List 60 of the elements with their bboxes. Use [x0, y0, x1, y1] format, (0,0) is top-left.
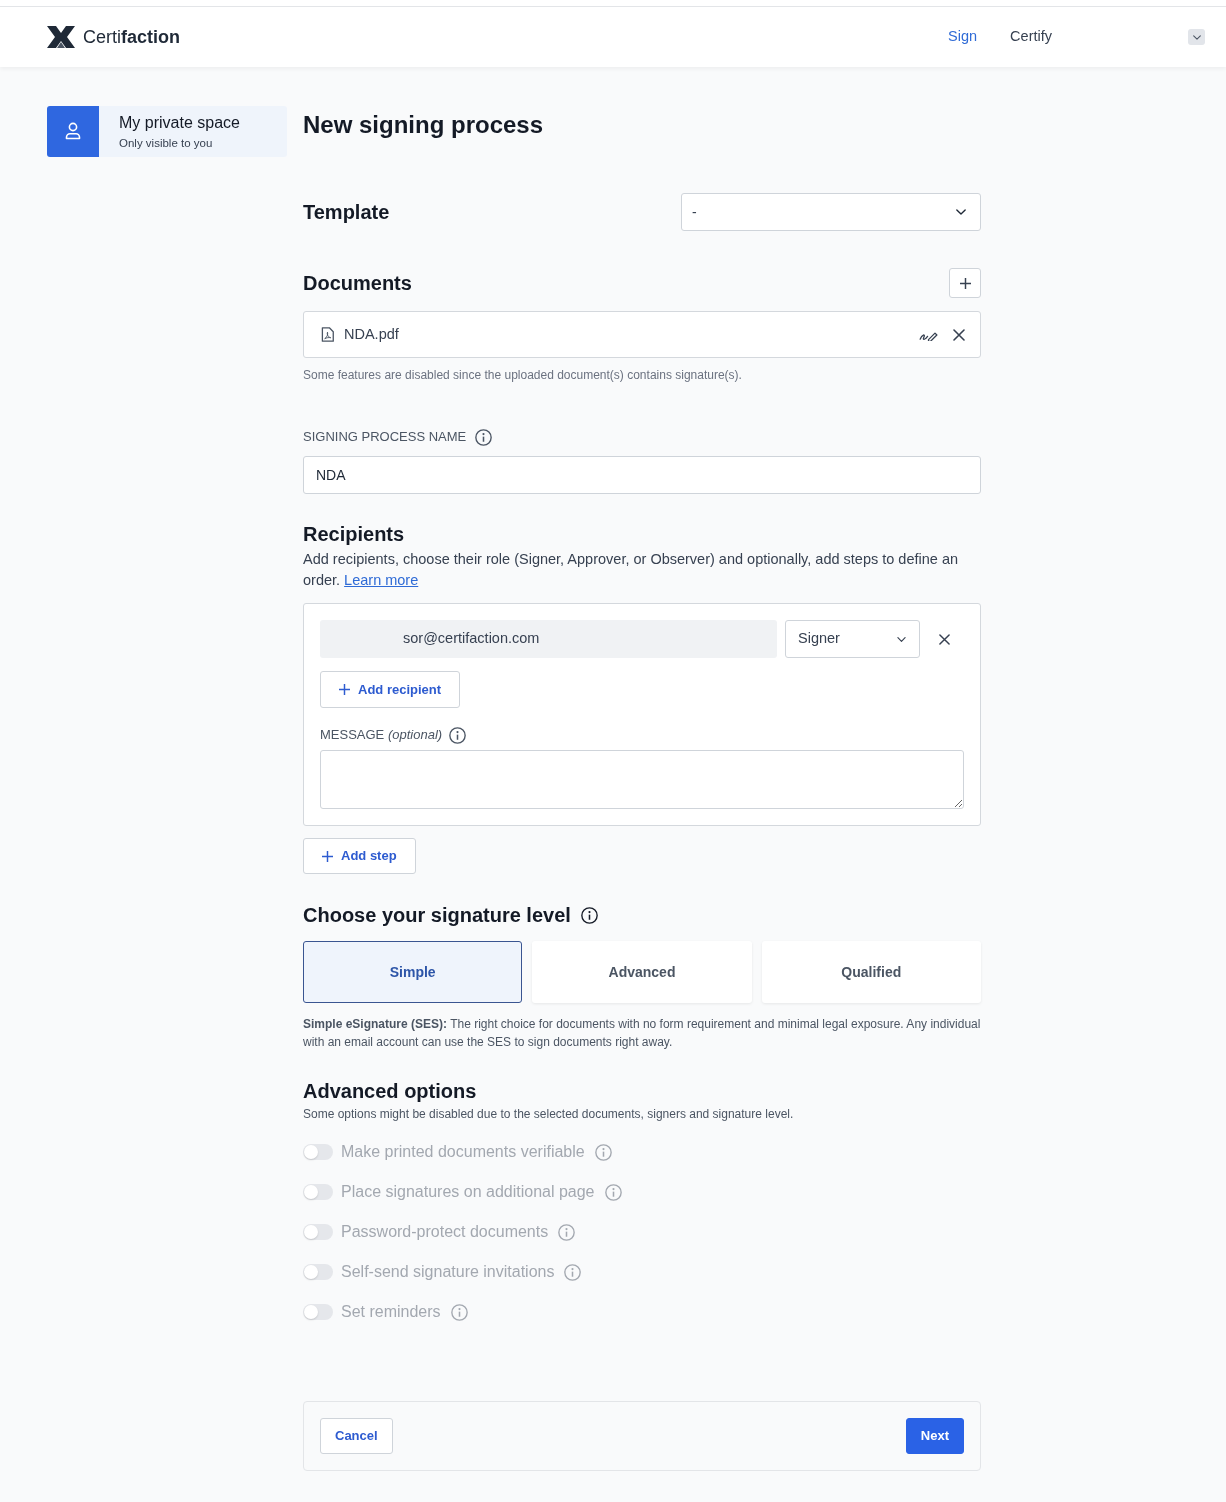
close-icon: [939, 633, 950, 645]
chevron-down-icon: [897, 636, 906, 642]
plus-icon: [959, 277, 971, 289]
field-label: MESSAGE (optional): [320, 726, 443, 745]
role-select[interactable]: Signer: [785, 620, 920, 658]
info-icon: [450, 1303, 468, 1321]
add-document-button[interactable]: [949, 268, 981, 298]
field-label: SIGNING PROCESS NAME: [303, 428, 467, 447]
option-label: Password-protect documents: [341, 1222, 549, 1242]
learn-more-link[interactable]: Learn more: [344, 572, 419, 588]
info-icon: [580, 906, 598, 924]
process-name-input[interactable]: NDA: [303, 456, 981, 494]
info-icon: [558, 1223, 576, 1241]
user-icon: [47, 106, 99, 157]
info-icon: [594, 1143, 612, 1161]
pdf-file-icon: [321, 327, 334, 342]
chevron-down-icon: [1192, 34, 1201, 40]
signature-level-option[interactable]: Advanced: [532, 941, 752, 1003]
option-label: Place signatures on additional page: [341, 1182, 595, 1202]
page-title: New signing process: [303, 110, 545, 140]
account-menu-button[interactable]: [1188, 29, 1205, 45]
document-name: NDA.pdf: [344, 324, 399, 344]
nav-tab[interactable]: Sign: [948, 26, 978, 48]
section-title: Advanced options: [303, 1079, 478, 1104]
signature-level-option[interactable]: Qualified: [761, 941, 981, 1003]
template-select[interactable]: -: [681, 193, 981, 231]
recipients-description: Add recipients, choose their role (Signer, Approver, or Observer) and optionally, add steps to define an order. Learn more: [303, 550, 960, 590]
workspace-subtitle: Only visible to you: [119, 135, 214, 151]
option-label: Make printed documents verifiable: [341, 1142, 585, 1162]
logo-icon: [47, 26, 75, 48]
documents-note: Some features are disabled since the uploaded document(s) contains signature(s).: [303, 367, 743, 383]
option-label: Set reminders: [341, 1302, 441, 1322]
remove-document-button[interactable]: [953, 328, 965, 341]
chevron-down-icon: [956, 209, 966, 215]
section-title: Recipients: [303, 522, 406, 547]
info-icon: [449, 726, 467, 744]
plus-icon: [339, 684, 350, 695]
info-icon: [564, 1263, 582, 1281]
add-recipient-button[interactable]: Add recipient: [320, 671, 461, 708]
logo-text: Certifaction: [83, 26, 181, 49]
plus-icon: [322, 850, 333, 862]
message-field[interactable]: [320, 750, 964, 809]
email-input[interactable]: sor@certifaction.com: [320, 620, 777, 658]
remove-recipient-button[interactable]: [939, 633, 950, 645]
option-label: Self-send signature invitations: [341, 1262, 555, 1282]
section-title: Choose your signature level: [303, 903, 571, 928]
close-icon: [953, 328, 965, 341]
workspace-card[interactable]: My private space Only visible to you: [47, 106, 287, 157]
add-step-button[interactable]: Add step: [303, 838, 416, 874]
next-button[interactable]: Next: [905, 1418, 964, 1454]
signature-level-description: Simple eSignature (SES): The right choice for documents with no form requirement and minimal legal exposure. Any individual with an email account can use the SES to sign documents right away.: [303, 1016, 981, 1051]
signature-level-option[interactable]: Simple: [303, 941, 523, 1003]
info-icon: [604, 1183, 622, 1201]
nav-tab[interactable]: Certify: [1010, 26, 1052, 48]
info-icon: [475, 428, 493, 446]
section-title: Template: [303, 200, 390, 225]
section-subtitle: Some options might be disabled due to the selected documents, signers and signature level.: [303, 1106, 795, 1122]
workspace-title: My private space: [119, 112, 240, 133]
section-title: Documents: [303, 271, 412, 296]
cancel-button[interactable]: Cancel: [320, 1418, 393, 1454]
